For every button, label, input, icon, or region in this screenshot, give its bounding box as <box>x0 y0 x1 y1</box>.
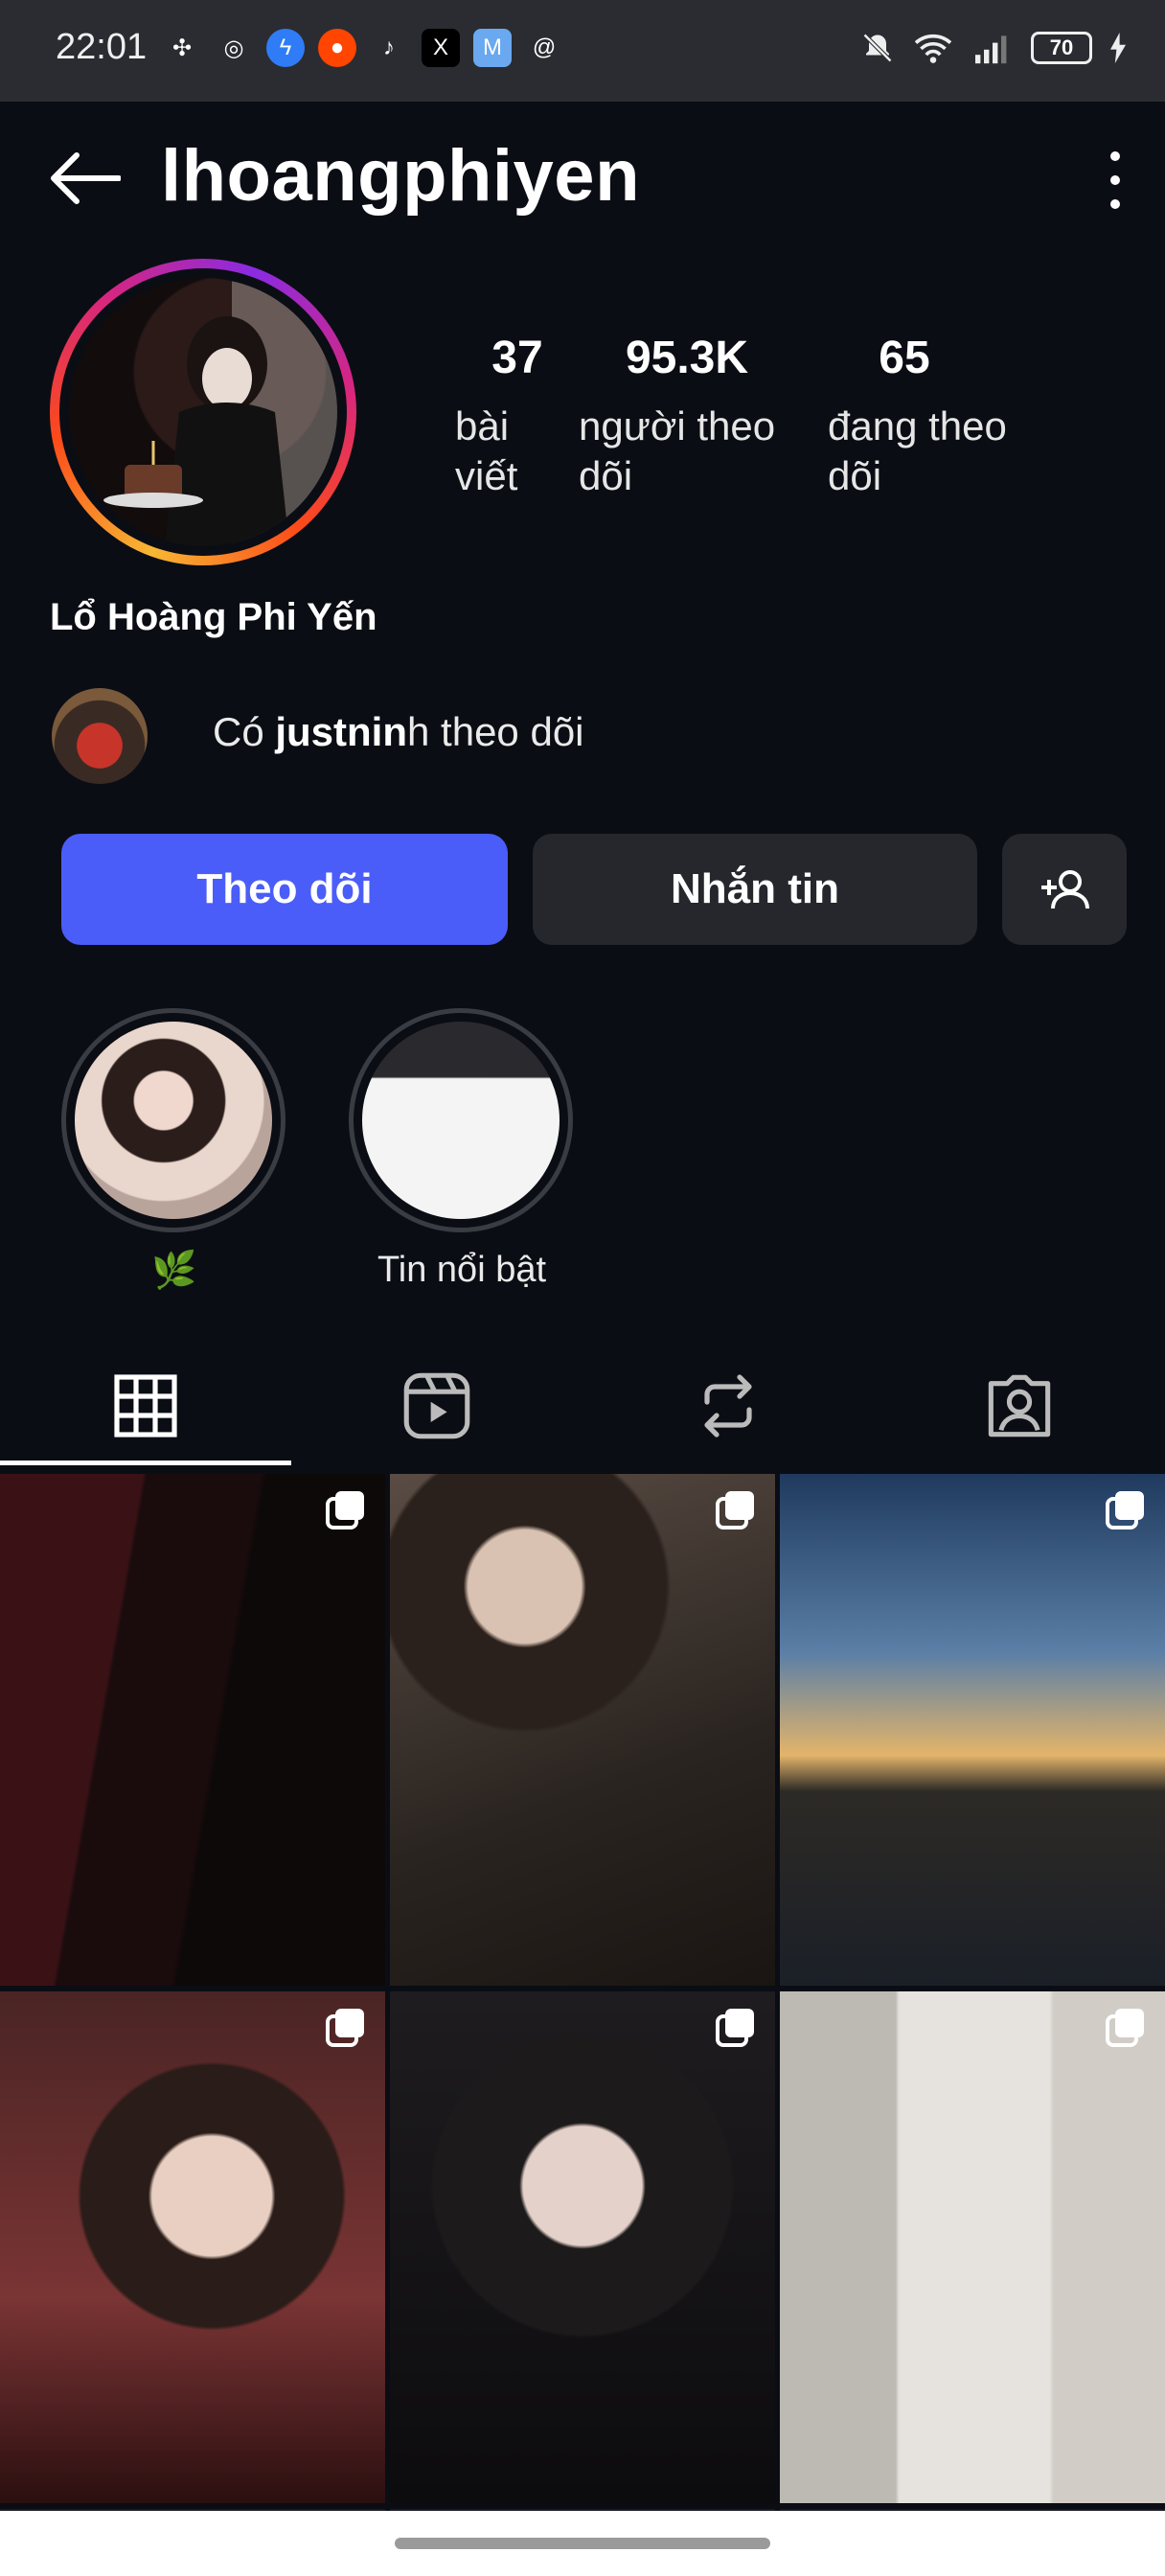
active-tab-indicator <box>0 1460 291 1465</box>
reels-icon <box>403 1372 470 1439</box>
more-options-icon[interactable] <box>1104 151 1127 209</box>
followers-label-1: người theo <box>579 403 776 448</box>
charging-icon <box>1110 33 1126 63</box>
profile-full-name: Lổ Hoàng Phi Yến <box>50 596 377 638</box>
camera-icon: ◎ <box>223 34 244 61</box>
stat-following[interactable]: 65 đang theo dõi <box>828 332 1039 501</box>
home-gesture-bar[interactable] <box>395 2538 770 2549</box>
carousel-icon <box>326 2009 364 2047</box>
messenger-icon: ϟ <box>266 29 305 67</box>
following-label-1: đang theo <box>828 403 1007 448</box>
mutual-follower-avatar[interactable] <box>52 688 148 784</box>
highlight-2-label: Tin nổi bật <box>377 1250 547 1290</box>
followed-by-text[interactable]: Có justninh theo dõi <box>213 709 584 755</box>
wifi-icon <box>914 34 952 63</box>
grid-post-3[interactable] <box>780 1474 1165 1986</box>
status-notification-icons: ✣ ◎ ϟ ● ♪ X M @ <box>163 29 563 67</box>
followed-by-suffix: h theo dõi <box>407 709 584 754</box>
posts-label-2: viết <box>455 453 518 498</box>
grid-post-4[interactable] <box>0 1991 385 2503</box>
tab-reposts[interactable] <box>582 1355 874 1457</box>
following-count: 65 <box>879 333 930 383</box>
profile-username: lhoangphiyen <box>161 135 640 217</box>
highlight-2[interactable] <box>349 1008 573 1232</box>
highlight-ring <box>61 1008 286 1232</box>
add-person-icon <box>1041 870 1089 909</box>
status-system-icons: 70 <box>860 29 1127 67</box>
highlight-ring <box>349 1008 573 1232</box>
following-label-2: dõi <box>828 453 882 498</box>
carousel-icon <box>716 1491 754 1530</box>
tab-reels[interactable] <box>291 1355 582 1457</box>
followed-by-name: justnin <box>275 709 408 754</box>
status-time: 22:01 <box>56 27 148 67</box>
tagged-icon <box>988 1374 1051 1438</box>
carousel-icon <box>1106 1491 1144 1530</box>
grid-post-2[interactable] <box>390 1474 775 1986</box>
follow-button[interactable]: Theo dõi <box>61 834 508 945</box>
carousel-icon <box>326 1491 364 1530</box>
followers-label-2: dõi <box>579 453 633 498</box>
carousel-icon <box>1106 2009 1144 2047</box>
posts-label-1: bài <box>455 403 510 448</box>
profile-avatar[interactable] <box>69 278 337 546</box>
back-arrow-icon[interactable] <box>48 150 121 207</box>
avatar-image <box>103 278 337 546</box>
posts-count: 37 <box>491 333 543 383</box>
highlight-1-label: 🌿 <box>151 1251 197 1291</box>
highlight-cover <box>75 1022 272 1219</box>
suggest-people-button[interactable] <box>1002 834 1127 945</box>
message-button[interactable]: Nhắn tin <box>533 834 977 945</box>
highlight-1[interactable] <box>61 1008 286 1232</box>
tiktok-icon: ♪ <box>383 34 395 60</box>
grid-post-6[interactable] <box>780 1991 1165 2503</box>
pinwheel-icon: ✣ <box>171 34 193 61</box>
x-icon: X <box>422 29 460 67</box>
followed-by-prefix: Có <box>213 709 276 754</box>
reddit-icon: ● <box>318 29 356 67</box>
grid-icon <box>114 1374 177 1438</box>
reposts-icon <box>704 1374 752 1438</box>
bell-off-icon <box>862 33 893 63</box>
highlight-cover <box>362 1022 560 1219</box>
grid-post-1[interactable] <box>0 1474 385 1986</box>
tab-posts-grid[interactable] <box>0 1355 291 1457</box>
grid-post-5[interactable] <box>390 1991 775 2503</box>
threads-icon: @ <box>532 34 557 60</box>
stat-posts[interactable]: 37 bài viết <box>450 332 584 501</box>
signal-icon <box>975 35 1007 64</box>
carousel-icon <box>716 2009 754 2047</box>
tab-tagged[interactable] <box>874 1355 1165 1457</box>
mail-icon: M <box>473 29 512 67</box>
battery-icon: 70 <box>1031 32 1092 64</box>
